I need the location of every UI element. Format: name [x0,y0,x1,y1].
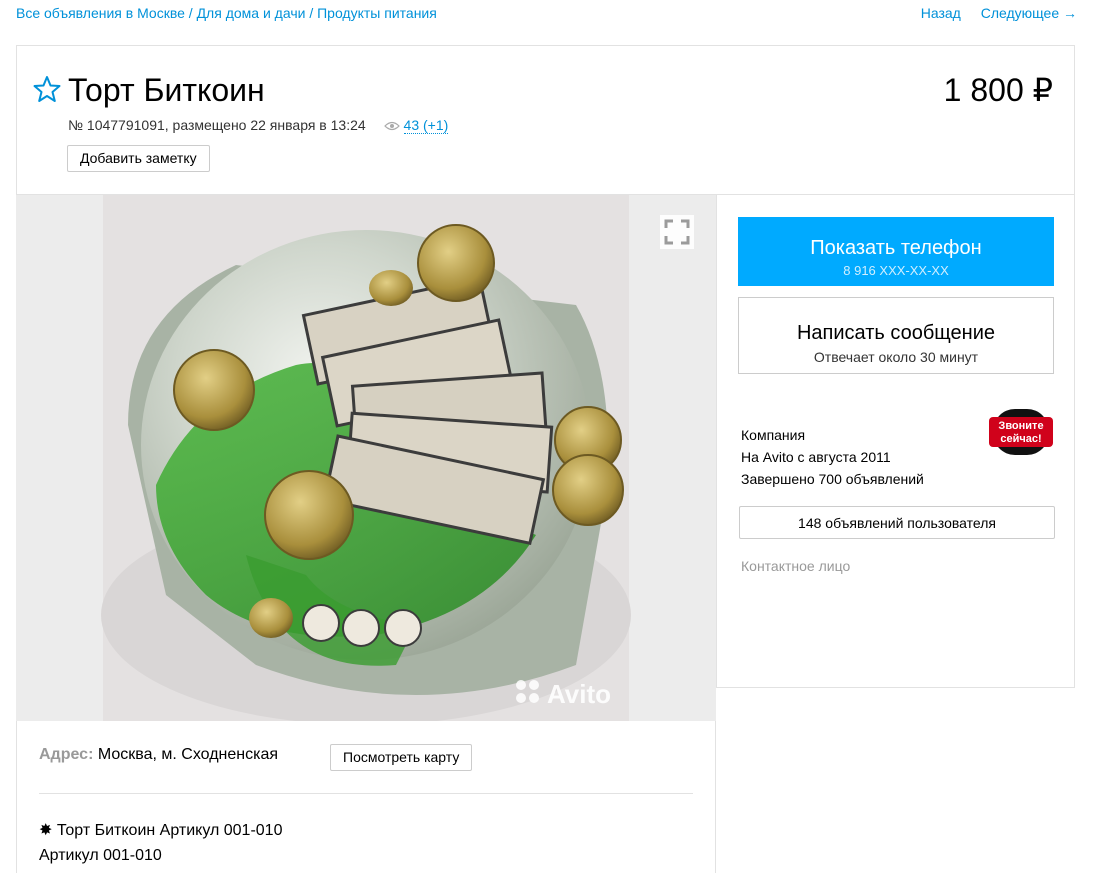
breadcrumb: Все объявления в Москве / Для дома и дач… [16,5,437,21]
seller-info: Компания На Avito с августа 2011 Заверше… [741,424,924,490]
breadcrumb-home-garden[interactable]: Для дома и дачи [197,5,306,21]
breadcrumb-food[interactable]: Продукты питания [317,5,437,21]
listing-navigation: Назад Следующее → [905,5,1077,21]
listing-photo[interactable]: Avito [16,195,716,721]
description-line: Артикул 001-010 [39,847,162,864]
show-phone-button[interactable]: Показать телефон 8 916 XXX-XX-XX [738,217,1054,286]
breadcrumb-separator: / [305,5,318,21]
seller-since: На Avito с августа 2011 [741,449,891,465]
price: 1 800 ₽ [943,72,1053,108]
address-value: Москва, м. Сходненская [97,746,279,763]
badge-line2: сейчас! [1000,433,1041,445]
divider [39,793,693,794]
star-icon[interactable] [33,75,61,103]
watermark-text: Avito [547,679,611,709]
page-title: Торт Биткоин [68,72,265,108]
badge-line1: Звоните [998,420,1043,432]
address: Адрес: Москва, м. Сходненская [39,746,278,764]
write-message-button[interactable]: Написать сообщение Отвечает около 30 мин… [738,297,1054,374]
description-line: ✸ Торт Биткоин Артикул 001-010 [39,822,283,839]
seller-completed: Завершено 700 объявлений [741,471,924,487]
address-label: Адрес: [39,746,94,763]
listing-id-date: № 1047791091, размещено 22 января в 13:2… [68,117,366,133]
phone-masked: 8 916 XXX-XX-XX [843,263,949,278]
user-ads-button[interactable]: 148 объявлений пользователя [739,506,1055,539]
next-link[interactable]: Следующее → [981,5,1077,21]
response-time: Отвечает около 30 минут [813,348,979,365]
eye-icon [383,122,400,131]
contact-person-label: Контактное лицо [741,558,851,574]
write-message-label: Написать сообщение [796,321,995,344]
call-now-badge: Звоните сейчас! [989,409,1053,455]
seller-type: Компания [741,427,806,443]
breadcrumb-separator: / [184,5,197,21]
views-counter: 43 (+1) [383,117,449,134]
fullscreen-icon[interactable] [660,215,694,249]
show-phone-label: Показать телефон [810,237,982,259]
breadcrumb-all-moscow[interactable]: Все объявления в Москве [16,5,185,21]
add-note-button[interactable]: Добавить заметку [67,145,210,172]
back-link[interactable]: Назад [921,5,961,21]
view-map-button[interactable]: Посмотреть карту [330,744,473,771]
listing-meta: № 1047791091, размещено 22 января в 13:2… [68,117,449,134]
cake-image: Avito [16,195,716,721]
views-count: 43 (+1) [403,117,449,134]
